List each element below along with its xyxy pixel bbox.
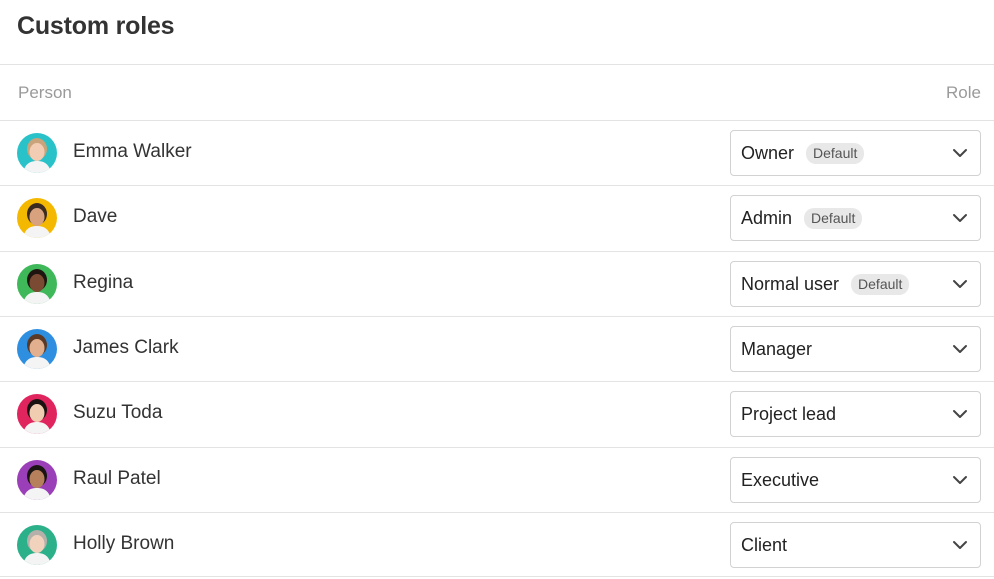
role-select[interactable]: Owner Default bbox=[730, 130, 981, 176]
role-select-value: Owner Default bbox=[741, 143, 865, 164]
person-name: Raul Patel bbox=[73, 468, 161, 489]
avatar bbox=[17, 525, 57, 565]
page-title: Custom roles bbox=[17, 12, 175, 40]
chevron-down-icon[interactable] bbox=[952, 211, 968, 225]
table-row: Emma Walker Owner Default bbox=[0, 120, 994, 184]
person-name: Holly Brown bbox=[73, 533, 175, 554]
role-select[interactable]: Executive bbox=[730, 457, 981, 503]
list-bottom-divider bbox=[0, 576, 994, 577]
role-select-value: Client bbox=[741, 535, 787, 556]
person-name: Emma Walker bbox=[73, 141, 192, 162]
person-name: Dave bbox=[73, 206, 118, 227]
default-badge: Default bbox=[806, 143, 865, 164]
role-label: Owner bbox=[741, 143, 795, 163]
avatar bbox=[17, 264, 57, 304]
role-select-value: Executive bbox=[741, 470, 819, 491]
role-label: Project lead bbox=[741, 404, 837, 424]
role-label: Normal user bbox=[741, 274, 840, 294]
default-badge: Default bbox=[851, 274, 910, 295]
person-name: Regina bbox=[73, 272, 134, 293]
table-row: Raul Patel Executive bbox=[0, 447, 994, 511]
role-label: Client bbox=[741, 535, 788, 555]
column-header-role: Role bbox=[946, 83, 981, 102]
avatar bbox=[17, 460, 57, 500]
chevron-down-icon[interactable] bbox=[952, 538, 968, 552]
chevron-down-icon[interactable] bbox=[952, 407, 968, 421]
chevron-down-icon[interactable] bbox=[952, 277, 968, 291]
role-label: Admin bbox=[741, 208, 793, 228]
column-header-person: Person bbox=[18, 83, 72, 102]
table-row: Suzu Toda Project lead bbox=[0, 381, 994, 445]
chevron-down-icon[interactable] bbox=[952, 342, 968, 356]
table-row: James Clark Manager bbox=[0, 316, 994, 380]
table-row: Regina Normal user Default bbox=[0, 251, 994, 315]
avatar bbox=[17, 198, 57, 238]
table-row: Holly Brown Client bbox=[0, 512, 994, 576]
person-name: Suzu Toda bbox=[73, 402, 163, 423]
role-select-value: Manager bbox=[741, 339, 812, 360]
avatar bbox=[17, 133, 57, 173]
role-select[interactable]: Normal user Default bbox=[730, 261, 981, 307]
chevron-down-icon[interactable] bbox=[952, 146, 968, 160]
role-label: Manager bbox=[741, 339, 813, 359]
role-label: Executive bbox=[741, 470, 820, 490]
role-select[interactable]: Admin Default bbox=[730, 195, 981, 241]
chevron-down-icon[interactable] bbox=[952, 473, 968, 487]
role-select-value: Normal user Default bbox=[741, 274, 910, 295]
role-select-value: Project lead bbox=[741, 404, 836, 425]
role-select[interactable]: Project lead bbox=[730, 391, 981, 437]
role-select[interactable]: Manager bbox=[730, 326, 981, 372]
default-badge: Default bbox=[804, 208, 863, 229]
person-name: James Clark bbox=[73, 337, 179, 358]
role-select[interactable]: Client bbox=[730, 522, 981, 568]
table-row: Dave Admin Default bbox=[0, 185, 994, 249]
avatar bbox=[17, 329, 57, 369]
avatar bbox=[17, 394, 57, 434]
header-divider bbox=[0, 64, 994, 65]
role-select-value: Admin Default bbox=[741, 208, 863, 229]
